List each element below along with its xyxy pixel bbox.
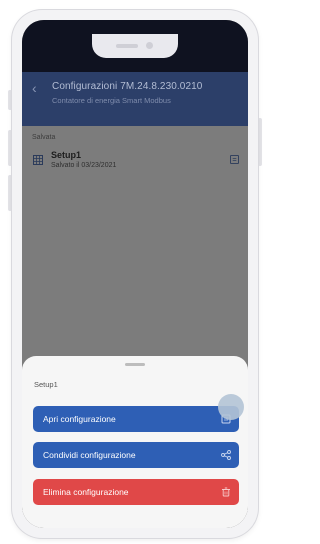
page-title: Configurazioni 7M.24.8.230.0210 <box>52 81 203 92</box>
camera <box>146 42 153 49</box>
share-configuration-label: Condividi configurazione <box>43 450 136 460</box>
sheet-handle[interactable] <box>125 363 145 366</box>
list-item-subtitle: Salvato il 03/23/2021 <box>51 162 117 169</box>
touch-indicator <box>218 394 244 420</box>
delete-configuration-button[interactable]: Elimina configurazione <box>33 479 239 505</box>
share-icon <box>221 450 231 460</box>
page-subtitle: Contatore di energia Smart Modbus <box>52 96 171 105</box>
phone-screen: ‹ Configurazioni 7M.24.8.230.0210 Contat… <box>22 20 248 528</box>
status-bar <box>22 20 248 72</box>
power-button <box>258 118 262 166</box>
list-item-title: Setup1 <box>51 150 82 160</box>
back-arrow-icon[interactable]: ‹ <box>32 80 37 96</box>
copy-icon[interactable] <box>230 155 239 164</box>
sheet-title: Setup1 <box>34 380 58 389</box>
list-item-setup1[interactable]: Setup1 Salvato il 03/23/2021 <box>22 146 248 180</box>
app-header: ‹ Configurazioni 7M.24.8.230.0210 Contat… <box>22 72 248 126</box>
trash-icon <box>222 487 230 497</box>
delete-configuration-label: Elimina configurazione <box>43 487 129 497</box>
grid-icon <box>33 155 43 165</box>
section-label: Salvata <box>32 134 56 141</box>
speaker <box>116 44 138 48</box>
open-configuration-button[interactable]: Apri configurazione <box>33 406 239 432</box>
bottom-sheet: Setup1 Apri configurazione Condividi con… <box>22 356 248 528</box>
open-configuration-label: Apri configurazione <box>43 414 116 424</box>
share-configuration-button[interactable]: Condividi configurazione <box>33 442 239 468</box>
notch <box>92 34 178 58</box>
